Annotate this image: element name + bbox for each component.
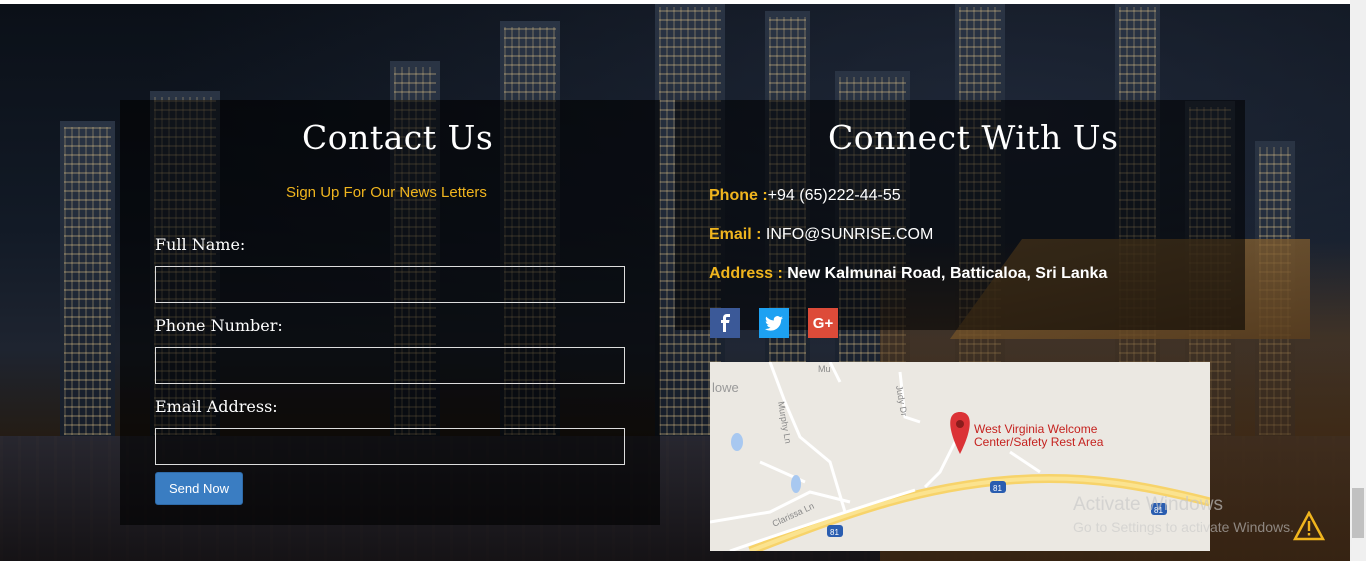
scrollbar-thumb[interactable] — [1352, 488, 1364, 538]
interstate-shield: 81 — [827, 525, 843, 537]
facebook-icon[interactable] — [710, 308, 740, 338]
email-key: Email : — [709, 226, 762, 243]
activate-windows-title: Activate Windows — [1073, 494, 1223, 515]
address-value: New Kalmunai Road, Batticaloa, Sri Lanka — [787, 265, 1108, 282]
connect-title: Connect With Us — [828, 118, 1119, 157]
map-place-line2: Center/Safety Rest Area — [974, 435, 1104, 449]
contact-title: Contact Us — [302, 118, 494, 157]
phone-value: +94 (65)222-44-55 — [767, 187, 901, 204]
phone-number-field[interactable] — [155, 347, 625, 384]
map-label-mu: Mu — [818, 364, 831, 374]
map-label-lowe: lowe — [712, 380, 739, 395]
email-info: Email : INFO@SUNRISE.COM — [709, 226, 933, 244]
email-address-field[interactable] — [155, 428, 625, 465]
full-name-label: Full Name: — [155, 235, 246, 254]
phone-number-label: Phone Number: — [155, 316, 283, 335]
email-value: INFO@SUNRISE.COM — [765, 226, 934, 243]
map-place-line1: West Virginia Welcome — [974, 422, 1098, 436]
address-info: Address : New Kalmunai Road, Batticaloa,… — [709, 265, 1107, 283]
twitter-icon[interactable] — [759, 308, 789, 338]
google-plus-icon[interactable]: G+ — [808, 308, 838, 338]
newsletter-subtitle: Sign Up For Our News Letters — [286, 184, 487, 201]
interstate-shield: 81 — [990, 481, 1006, 493]
phone-info: Phone :+94 (65)222-44-55 — [709, 187, 901, 205]
send-now-button[interactable]: Send Now — [155, 472, 243, 505]
phone-key: Phone : — [709, 187, 768, 204]
activate-windows-hint: Go to Settings to activate Windows. — [1073, 519, 1294, 535]
address-key: Address : — [709, 265, 783, 282]
warning-icon[interactable] — [1292, 510, 1326, 546]
page-scrollbar[interactable] — [1350, 0, 1366, 561]
building — [60, 121, 115, 441]
svg-text:81: 81 — [830, 528, 839, 537]
full-name-field[interactable] — [155, 266, 625, 303]
svg-text:81: 81 — [993, 484, 1002, 493]
email-address-label: Email Address: — [155, 397, 278, 416]
